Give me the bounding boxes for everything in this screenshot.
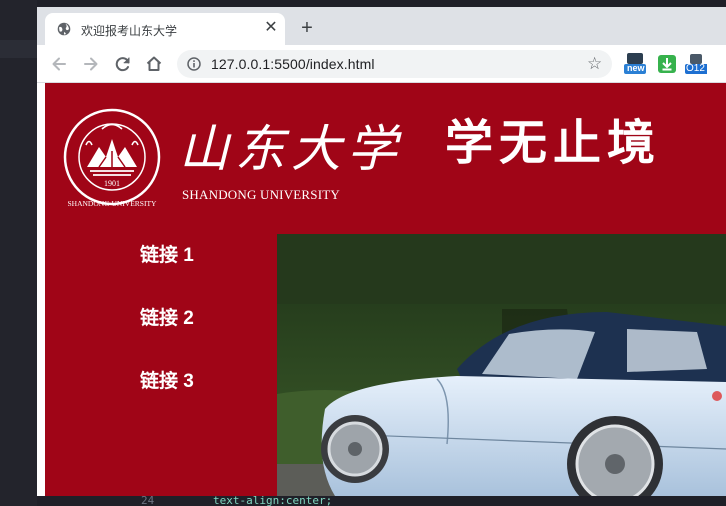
university-name-cn: 山东大学	[179, 120, 403, 178]
globe-icon	[57, 22, 71, 36]
close-icon[interactable]: ✕	[263, 19, 279, 37]
sports-car-photo	[277, 234, 726, 496]
university-name-en: SHANDONG UNIVERSITY	[182, 187, 340, 202]
address-bar[interactable]: 127.0.0.1:5500/index.html ☆	[177, 50, 612, 78]
motto-text: 学无止境	[445, 115, 662, 171]
nav-link-3[interactable]: 链接 3	[140, 366, 194, 393]
seal-year: 1901	[104, 179, 120, 188]
webpage-content: 1901 SHANDONG UNIVERSITY 山东大学 SHANDONG U…	[45, 83, 726, 496]
browser-window: 欢迎报考山东大学 ✕ + 127.0.0.1:5500/index.html ☆	[37, 7, 726, 496]
extension-badge-label: O12	[686, 63, 705, 74]
editor-sidebar	[0, 0, 37, 506]
reload-icon[interactable]	[113, 54, 133, 74]
nav-link-2[interactable]: 链接 2	[140, 303, 194, 330]
new-tab-plus-icon[interactable]: +	[295, 17, 319, 41]
editor-visible-code: 24 text-align:center;	[37, 496, 726, 506]
tab-strip: 欢迎报考山东大学 ✕ +	[37, 7, 726, 45]
home-icon[interactable]	[144, 54, 164, 74]
header-banner: 1901 SHANDONG UNIVERSITY 山东大学 SHANDONG U…	[45, 83, 726, 234]
editor-highlight-line	[0, 40, 37, 58]
forward-arrow-icon[interactable]	[81, 54, 101, 74]
new-badge-extension-icon[interactable]: new	[624, 53, 646, 75]
bookmark-star-icon[interactable]: ☆	[587, 54, 602, 74]
editor-line-number: 24	[141, 496, 155, 506]
url-text: 127.0.0.1:5500/index.html	[211, 56, 375, 72]
extension-badge-label: new	[627, 63, 645, 73]
side-nav: 链接 1 链接 2 链接 3	[45, 234, 277, 496]
browser-toolbar: 127.0.0.1:5500/index.html ☆ new O12	[37, 45, 726, 83]
active-tab[interactable]: 欢迎报考山东大学 ✕	[45, 13, 285, 45]
info-icon[interactable]	[187, 57, 201, 71]
editor-code-line: text-align:center;	[213, 496, 333, 506]
o12-extension-icon[interactable]: O12	[685, 53, 711, 75]
university-seal-logo: 1901 SHANDONG UNIVERSITY	[63, 108, 161, 208]
nav-link-1[interactable]: 链接 1	[140, 240, 194, 267]
back-arrow-icon[interactable]	[49, 54, 69, 74]
tab-title: 欢迎报考山东大学	[81, 24, 178, 38]
download-extension-icon[interactable]	[656, 53, 678, 75]
seal-ring-text: SHANDONG UNIVERSITY	[68, 199, 158, 208]
